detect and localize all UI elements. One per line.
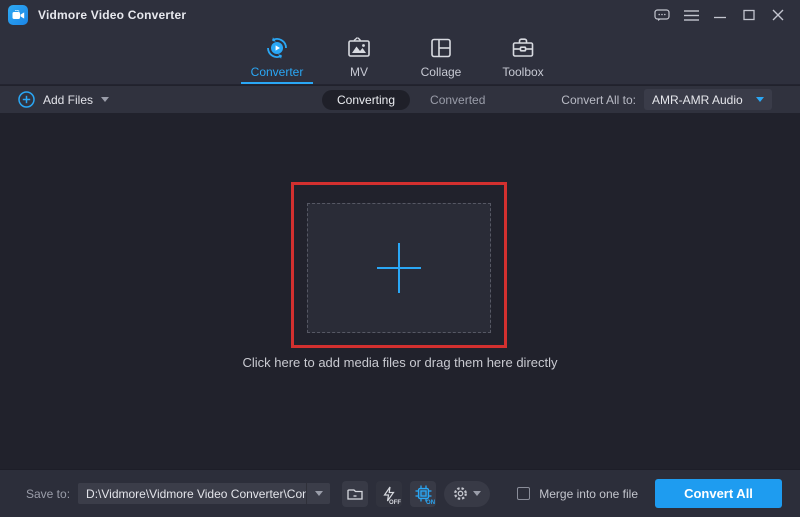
format-caret-icon xyxy=(756,97,764,102)
media-list-area: Click here to add media files or drag th… xyxy=(0,113,800,469)
converting-tab[interactable]: Converting xyxy=(322,89,411,110)
tab-mv-label: MV xyxy=(350,65,368,79)
output-format-select[interactable]: AMR-AMR Audio xyxy=(644,89,772,110)
tab-converter[interactable]: Converter xyxy=(241,29,313,84)
main-nav: Converter MV Collage Toolbox xyxy=(0,30,800,85)
open-folder-button[interactable] xyxy=(342,480,369,507)
save-path-select[interactable]: D:\Vidmore\Vidmore Video Converter\Conve… xyxy=(78,483,331,504)
converter-icon xyxy=(264,34,290,62)
folder-icon xyxy=(347,488,363,500)
tab-mv[interactable]: MV xyxy=(326,29,392,84)
tab-collage-label: Collage xyxy=(420,65,462,79)
queue-tabs: Converting Converted xyxy=(322,86,489,113)
minimize-icon[interactable] xyxy=(712,7,728,23)
title-bar: Vidmore Video Converter xyxy=(0,0,800,30)
high-speed-toggle[interactable]: OFF xyxy=(376,480,403,507)
convert-all-to: Convert All to: AMR-AMR Audio xyxy=(561,86,772,113)
mv-icon xyxy=(346,34,372,62)
add-files-plus-icon xyxy=(18,91,35,108)
window-title: Vidmore Video Converter xyxy=(38,8,187,22)
menu-icon[interactable] xyxy=(683,7,699,23)
converted-tab[interactable]: Converted xyxy=(426,90,489,110)
convert-all-button[interactable]: Convert All xyxy=(655,479,782,508)
toolbox-icon xyxy=(510,34,536,62)
gear-icon xyxy=(454,487,467,500)
add-files-label: Add Files xyxy=(43,92,94,107)
convert-all-to-label: Convert All to: xyxy=(561,92,636,107)
add-media-dropzone[interactable] xyxy=(307,203,491,333)
dropzone-plus-icon xyxy=(376,243,422,293)
feedback-icon[interactable] xyxy=(654,7,670,23)
close-icon[interactable] xyxy=(770,7,786,23)
merge-option[interactable]: Merge into one file xyxy=(517,487,638,501)
save-to-label: Save to: xyxy=(26,486,71,501)
merge-checkbox[interactable] xyxy=(517,487,531,500)
tab-toolbox-label: Toolbox xyxy=(502,65,544,79)
hardware-acceleration-toggle[interactable]: ON xyxy=(410,480,437,507)
add-files-caret-icon xyxy=(101,97,110,102)
high-speed-state: OFF xyxy=(389,499,402,506)
merge-label: Merge into one file xyxy=(539,486,638,501)
maximize-icon[interactable] xyxy=(741,7,757,23)
hardware-acceleration-state: ON xyxy=(426,499,436,506)
toolbar: Add Files Converting Converted Convert A… xyxy=(0,86,800,113)
tab-converter-label: Converter xyxy=(250,65,304,79)
output-format-value: AMR-AMR Audio xyxy=(652,92,743,107)
drop-hint-text: Click here to add media files or drag th… xyxy=(242,355,558,370)
footer-bar: Save to: D:\Vidmore\Vidmore Video Conver… xyxy=(0,469,800,517)
app-window: Vidmore Video Converter Converter MV Col… xyxy=(0,0,800,517)
settings-button[interactable] xyxy=(444,480,491,507)
active-tab-underline xyxy=(241,82,313,84)
save-path-value: D:\Vidmore\Vidmore Video Converter\Conve… xyxy=(86,486,307,501)
annotation-highlight-rect xyxy=(291,182,507,348)
collage-icon xyxy=(428,34,454,62)
app-logo-icon xyxy=(8,5,28,25)
add-files-button[interactable]: Add Files xyxy=(18,91,110,108)
settings-caret-icon xyxy=(473,491,482,496)
tab-collage[interactable]: Collage xyxy=(408,29,474,84)
save-path-caret-icon[interactable] xyxy=(306,483,330,504)
tab-toolbox[interactable]: Toolbox xyxy=(490,29,556,84)
